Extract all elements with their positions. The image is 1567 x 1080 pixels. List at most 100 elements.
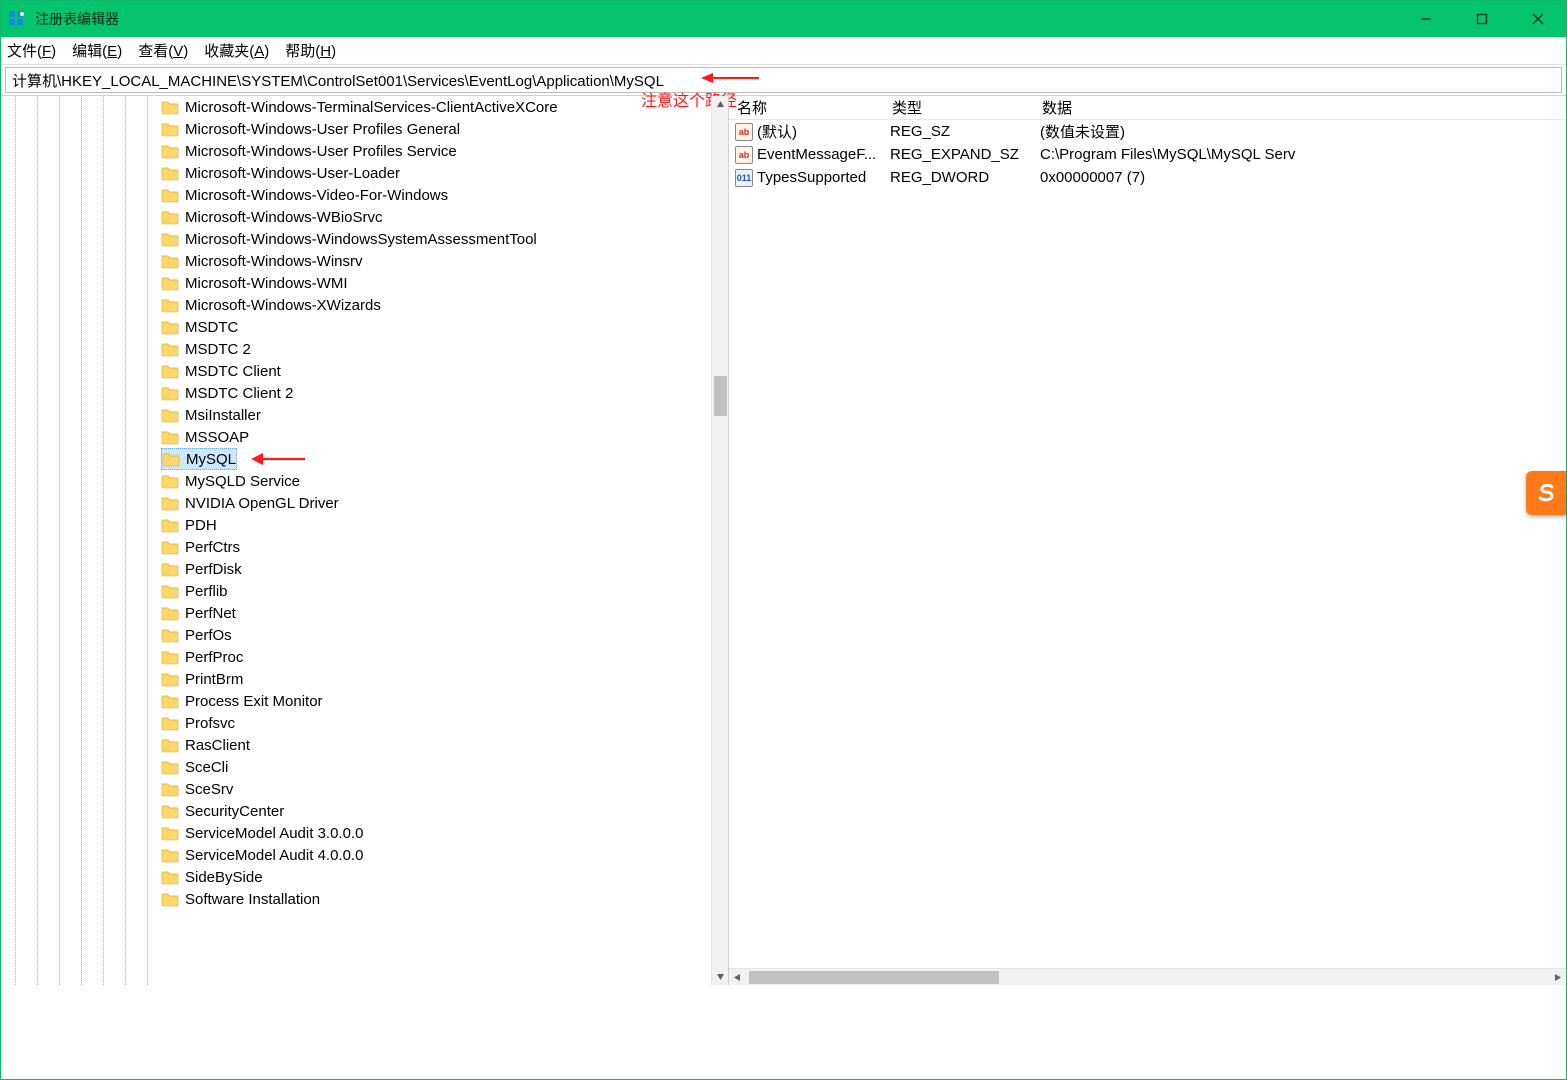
tree-item-label: SideBySide bbox=[185, 869, 263, 886]
tree-item[interactable]: MSDTC Client bbox=[1, 360, 711, 382]
tree-item[interactable]: SceCli bbox=[1, 756, 711, 778]
tree-item-label: SceCli bbox=[185, 759, 228, 776]
values-pane: 名称 类型 数据 ab(默认)REG_SZ(数值未设置)abEventMessa… bbox=[729, 96, 1566, 985]
tree-item-label: Microsoft-Windows-User Profiles General bbox=[185, 121, 460, 138]
tree-item-label: Microsoft-Windows-XWizards bbox=[185, 297, 381, 314]
tree-item[interactable]: PerfOs bbox=[1, 624, 711, 646]
tree-item[interactable]: PerfProc bbox=[1, 646, 711, 668]
tree-item[interactable]: Microsoft-Windows-TerminalServices-Clien… bbox=[1, 96, 711, 118]
address-bar[interactable]: 计算机\HKEY_LOCAL_MACHINE\SYSTEM\ControlSet… bbox=[5, 67, 1562, 93]
tree-item-label: MsiInstaller bbox=[185, 407, 261, 424]
address-path: 计算机\HKEY_LOCAL_MACHINE\SYSTEM\ControlSet… bbox=[12, 73, 664, 90]
tree-item[interactable]: SecurityCenter bbox=[1, 800, 711, 822]
tree-item-label: Microsoft-Windows-User Profiles Service bbox=[185, 143, 457, 160]
tree-item-label: Perflib bbox=[185, 583, 228, 600]
tree-item[interactable]: Microsoft-Windows-XWizards bbox=[1, 294, 711, 316]
tree-item[interactable]: ServiceModel Audit 4.0.0.0 bbox=[1, 844, 711, 866]
tree-item[interactable]: Profsvc bbox=[1, 712, 711, 734]
tree-item[interactable]: MySQL bbox=[161, 448, 237, 470]
tree-item[interactable]: MSDTC bbox=[1, 316, 711, 338]
string-value-icon: ab bbox=[735, 146, 753, 164]
regedit-icon bbox=[7, 9, 27, 29]
tree-item[interactable]: MSDTC Client 2 bbox=[1, 382, 711, 404]
tree-item[interactable]: SceSrv bbox=[1, 778, 711, 800]
value-row[interactable]: 011TypesSupportedREG_DWORD0x00000007 (7) bbox=[729, 166, 1566, 189]
tree-item[interactable]: Microsoft-Windows-User-Loader bbox=[1, 162, 711, 184]
column-header-name[interactable]: 名称 bbox=[729, 97, 884, 118]
tree-item[interactable]: PerfCtrs bbox=[1, 536, 711, 558]
scroll-thumb[interactable] bbox=[714, 376, 727, 416]
tree-item-label: Microsoft-Windows-User-Loader bbox=[185, 165, 400, 182]
tree-item-label: Microsoft-Windows-WMI bbox=[185, 275, 348, 292]
tree-item[interactable]: MsiInstaller bbox=[1, 404, 711, 426]
annotation-arrow-mysql bbox=[251, 450, 307, 468]
tree-item-label: PerfNet bbox=[185, 605, 236, 622]
content-area: Microsoft-Windows-TerminalServices-Clien… bbox=[1, 95, 1566, 985]
scroll-down-button[interactable] bbox=[712, 968, 729, 985]
tree-item[interactable]: Microsoft-Windows-User Profiles Service bbox=[1, 140, 711, 162]
menu-help[interactable]: 帮助(H) bbox=[285, 40, 336, 61]
tree-item[interactable]: Perflib bbox=[1, 580, 711, 602]
tree-item-label: MSDTC Client bbox=[185, 363, 281, 380]
tree-item-label: MySQLD Service bbox=[185, 473, 300, 490]
tree-item[interactable]: Software Installation bbox=[1, 888, 711, 910]
tree-item[interactable]: Microsoft-Windows-WBioSrvc bbox=[1, 206, 711, 228]
tree-item[interactable]: Microsoft-Windows-Winsrv bbox=[1, 250, 711, 272]
tree-item-label: ServiceModel Audit 4.0.0.0 bbox=[185, 847, 363, 864]
tree-item[interactable]: Microsoft-Windows-User Profiles General bbox=[1, 118, 711, 140]
tree-item-label: MSDTC bbox=[185, 319, 238, 336]
tree-item-label: Microsoft-Windows-WBioSrvc bbox=[185, 209, 383, 226]
menubar: 文件(F) 编辑(E) 查看(V) 收藏夹(A) 帮助(H) bbox=[1, 37, 1566, 65]
tree-item[interactable]: PrintBrm bbox=[1, 668, 711, 690]
tree-item-label: NVIDIA OpenGL Driver bbox=[185, 495, 339, 512]
tree-item[interactable]: MSSOAP bbox=[1, 426, 711, 448]
value-row[interactable]: abEventMessageF...REG_EXPAND_SZC:\Progra… bbox=[729, 143, 1566, 166]
menu-file[interactable]: 文件(F) bbox=[7, 40, 56, 61]
sogou-ime-widget[interactable] bbox=[1526, 471, 1566, 515]
value-type: REG_DWORD bbox=[884, 169, 1034, 186]
tree-item[interactable]: MySQLD Service bbox=[1, 470, 711, 492]
tree-item[interactable]: PerfNet bbox=[1, 602, 711, 624]
registry-tree[interactable]: Microsoft-Windows-TerminalServices-Clien… bbox=[1, 96, 711, 985]
scroll-up-button[interactable] bbox=[712, 96, 729, 113]
tree-item[interactable]: PDH bbox=[1, 514, 711, 536]
value-list[interactable]: ab(默认)REG_SZ(数值未设置)abEventMessageF...REG… bbox=[729, 120, 1566, 189]
string-value-icon: ab bbox=[735, 123, 753, 141]
annotation-arrow-path bbox=[701, 69, 761, 87]
tree-item-label: Process Exit Monitor bbox=[185, 693, 323, 710]
value-name: EventMessageF... bbox=[757, 146, 876, 163]
tree-item[interactable]: Microsoft-Windows-WMI bbox=[1, 272, 711, 294]
values-hscrollbar[interactable] bbox=[729, 968, 1566, 985]
menu-favorites[interactable]: 收藏夹(A) bbox=[204, 40, 269, 61]
close-button[interactable] bbox=[1510, 1, 1566, 37]
value-name: (默认) bbox=[757, 121, 797, 142]
minimize-button[interactable] bbox=[1398, 1, 1454, 37]
tree-item[interactable]: ServiceModel Audit 3.0.0.0 bbox=[1, 822, 711, 844]
tree-item-label: PDH bbox=[185, 517, 217, 534]
tree-item-label: PerfDisk bbox=[185, 561, 242, 578]
tree-item-label: RasClient bbox=[185, 737, 250, 754]
tree-item-label: PerfProc bbox=[185, 649, 243, 666]
tree-item[interactable]: Microsoft-Windows-WindowsSystemAssessmen… bbox=[1, 228, 711, 250]
tree-item[interactable]: SideBySide bbox=[1, 866, 711, 888]
column-header-data[interactable]: 数据 bbox=[1034, 97, 1566, 118]
tree-item[interactable]: NVIDIA OpenGL Driver bbox=[1, 492, 711, 514]
tree-item[interactable]: MSDTC 2 bbox=[1, 338, 711, 360]
tree-item-label: PrintBrm bbox=[185, 671, 243, 688]
tree-item[interactable]: RasClient bbox=[1, 734, 711, 756]
maximize-button[interactable] bbox=[1454, 1, 1510, 37]
hscroll-right-button[interactable] bbox=[1549, 969, 1566, 985]
tree-item[interactable]: Microsoft-Windows-Video-For-Windows bbox=[1, 184, 711, 206]
hscroll-left-button[interactable] bbox=[729, 969, 746, 985]
tree-item-label: Microsoft-Windows-TerminalServices-Clien… bbox=[185, 99, 558, 116]
tree-item[interactable]: PerfDisk bbox=[1, 558, 711, 580]
menu-edit[interactable]: 编辑(E) bbox=[72, 40, 122, 61]
list-header: 名称 类型 数据 bbox=[729, 96, 1566, 120]
hscroll-thumb[interactable] bbox=[749, 971, 999, 984]
value-row[interactable]: ab(默认)REG_SZ(数值未设置) bbox=[729, 120, 1566, 143]
tree-item-label: Microsoft-Windows-Video-For-Windows bbox=[185, 187, 448, 204]
tree-item[interactable]: Process Exit Monitor bbox=[1, 690, 711, 712]
column-header-type[interactable]: 类型 bbox=[884, 97, 1034, 118]
tree-scrollbar[interactable] bbox=[711, 96, 728, 985]
menu-view[interactable]: 查看(V) bbox=[138, 40, 188, 61]
